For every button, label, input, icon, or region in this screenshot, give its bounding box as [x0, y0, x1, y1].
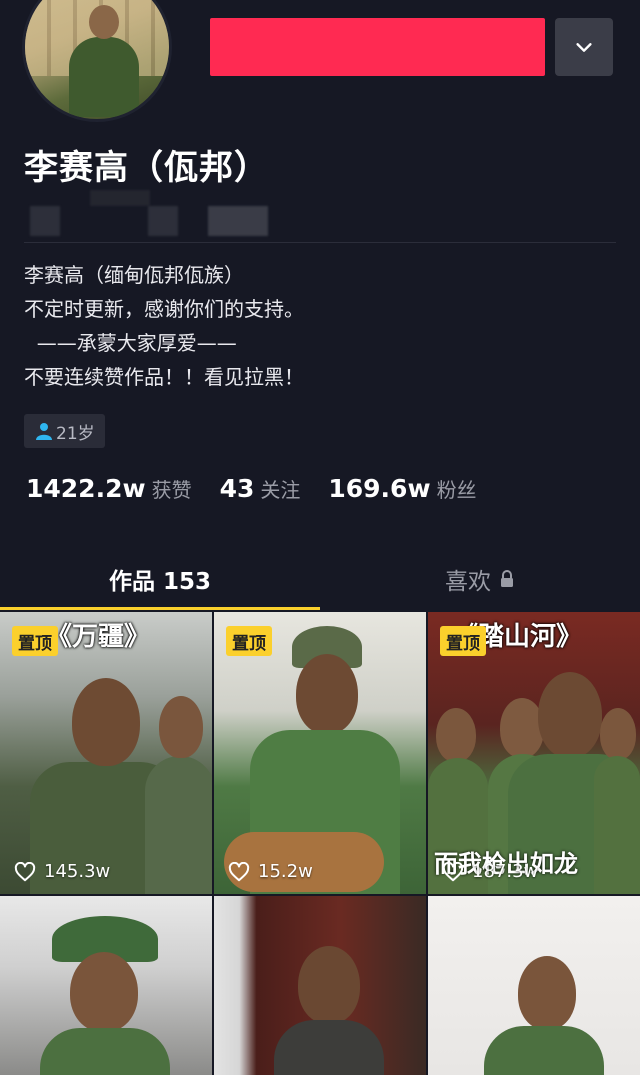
video-tile[interactable]: 《踏山河》 而我枪出如龙 置顶 187.3w [428, 612, 640, 894]
bio-line: 不定时更新，感谢你们的支持。 [24, 297, 304, 321]
pinned-badge: 置顶 [12, 626, 58, 656]
age-tag: 21岁 [24, 414, 105, 448]
blurred-id [208, 206, 268, 236]
stat-following-label: 关注 [260, 478, 301, 502]
heart-icon [442, 861, 464, 881]
video-tile[interactable] [214, 896, 426, 1075]
stat-followers-number: 169.6w [328, 474, 431, 503]
stat-likes-label: 获赞 [151, 478, 192, 502]
dropdown-button[interactable] [555, 18, 613, 76]
age-label: 21岁 [56, 423, 95, 444]
video-likes: 15.2w [228, 861, 313, 882]
pinned-badge: 置顶 [226, 626, 272, 656]
active-tab-underline [0, 607, 320, 610]
blurred-id [30, 206, 60, 236]
redacted-name-bar [210, 18, 545, 76]
video-likes-count: 15.2w [258, 861, 313, 882]
person-icon [36, 423, 52, 440]
video-caption: 《万疆》 [46, 622, 151, 652]
video-likes-count: 187.3w [472, 861, 539, 882]
bio-line: 不要连续赞作品！！看见拉黑！ [24, 365, 304, 389]
stat-followers[interactable]: 169.6w 粉丝 [328, 474, 476, 503]
video-likes: 145.3w [14, 861, 110, 882]
video-likes: 187.3w [442, 861, 538, 882]
video-tile[interactable]: 《万疆》 置顶 145.3w [0, 612, 212, 894]
video-tile[interactable] [428, 896, 640, 1075]
video-tile[interactable] [0, 896, 212, 1075]
stat-likes-number: 1422.2w [26, 474, 146, 503]
divider [24, 242, 616, 243]
chevron-down-icon [576, 43, 592, 52]
bio-line: ——承蒙大家厚爱—— [24, 331, 237, 355]
tab-works[interactable]: 作品 153 [0, 548, 320, 610]
bio: 李赛高（缅甸佤邦佤族） 不定时更新，感谢你们的支持。 ——承蒙大家厚爱—— 不要… [24, 258, 304, 394]
stats-row: 1422.2w 获赞 43 关注 169.6w 粉丝 [26, 474, 505, 503]
profile-page: 李赛高（佤邦） 李赛高（缅甸佤邦佤族） 不定时更新，感谢你们的支持。 ——承蒙大… [0, 0, 640, 1075]
video-grid: 《万疆》 置顶 145.3w 置顶 15.2w 《踏山河》 而我枪出如龙 置顶 … [0, 612, 640, 1075]
blurred-id [90, 190, 150, 206]
pinned-badge: 置顶 [440, 626, 486, 656]
video-tile[interactable]: 置顶 15.2w [214, 612, 426, 894]
heart-icon [228, 861, 250, 881]
stat-likes[interactable]: 1422.2w 获赞 [26, 474, 192, 503]
blurred-id [148, 206, 178, 236]
heart-icon [14, 861, 36, 881]
lock-icon [501, 570, 513, 587]
tab-likes[interactable]: 喜欢 [320, 548, 640, 610]
stat-following[interactable]: 43 关注 [220, 474, 301, 503]
avatar[interactable] [22, 0, 172, 122]
bio-line: 李赛高（缅甸佤邦佤族） [24, 263, 244, 287]
stat-following-number: 43 [219, 474, 255, 503]
content-tabs: 作品 153 喜欢 [0, 548, 640, 610]
tab-likes-label: 喜欢 [445, 569, 491, 595]
video-likes-count: 145.3w [44, 861, 111, 882]
nickname: 李赛高（佤邦） [24, 148, 269, 188]
tab-works-label: 作品 153 [108, 569, 212, 595]
stat-followers-label: 粉丝 [436, 478, 477, 502]
